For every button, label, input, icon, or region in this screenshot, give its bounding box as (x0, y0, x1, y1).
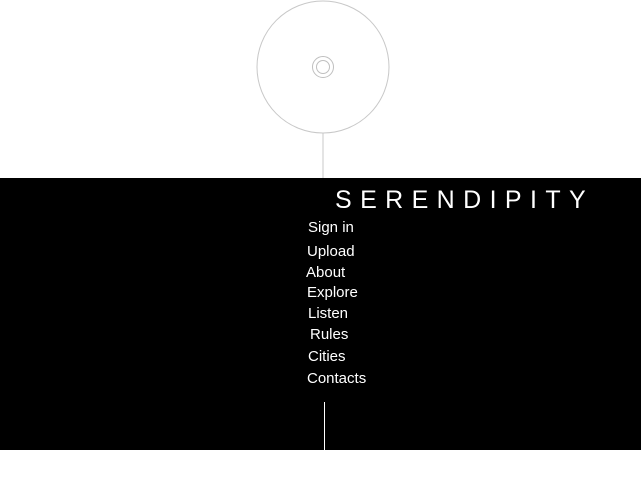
nav-item-upload[interactable]: Upload (307, 243, 355, 261)
nav-item-contacts[interactable]: Contacts (307, 370, 366, 388)
disc-outer-ring (256, 0, 390, 134)
nav-item-listen[interactable]: Listen (308, 305, 348, 323)
nav-item-about[interactable]: About (306, 264, 345, 282)
vinyl-disc-icon (256, 0, 390, 179)
nav-item-sign-in[interactable]: Sign in (308, 219, 354, 237)
nav-item-rules[interactable]: Rules (310, 326, 348, 344)
decorative-divider-line (324, 402, 325, 450)
nav-item-cities[interactable]: Cities (308, 348, 346, 366)
site-title: SERENDIPITY (335, 186, 595, 214)
nav-item-explore[interactable]: Explore (307, 284, 358, 302)
page: SERENDIPITY Sign in Upload About Explore… (0, 0, 641, 479)
